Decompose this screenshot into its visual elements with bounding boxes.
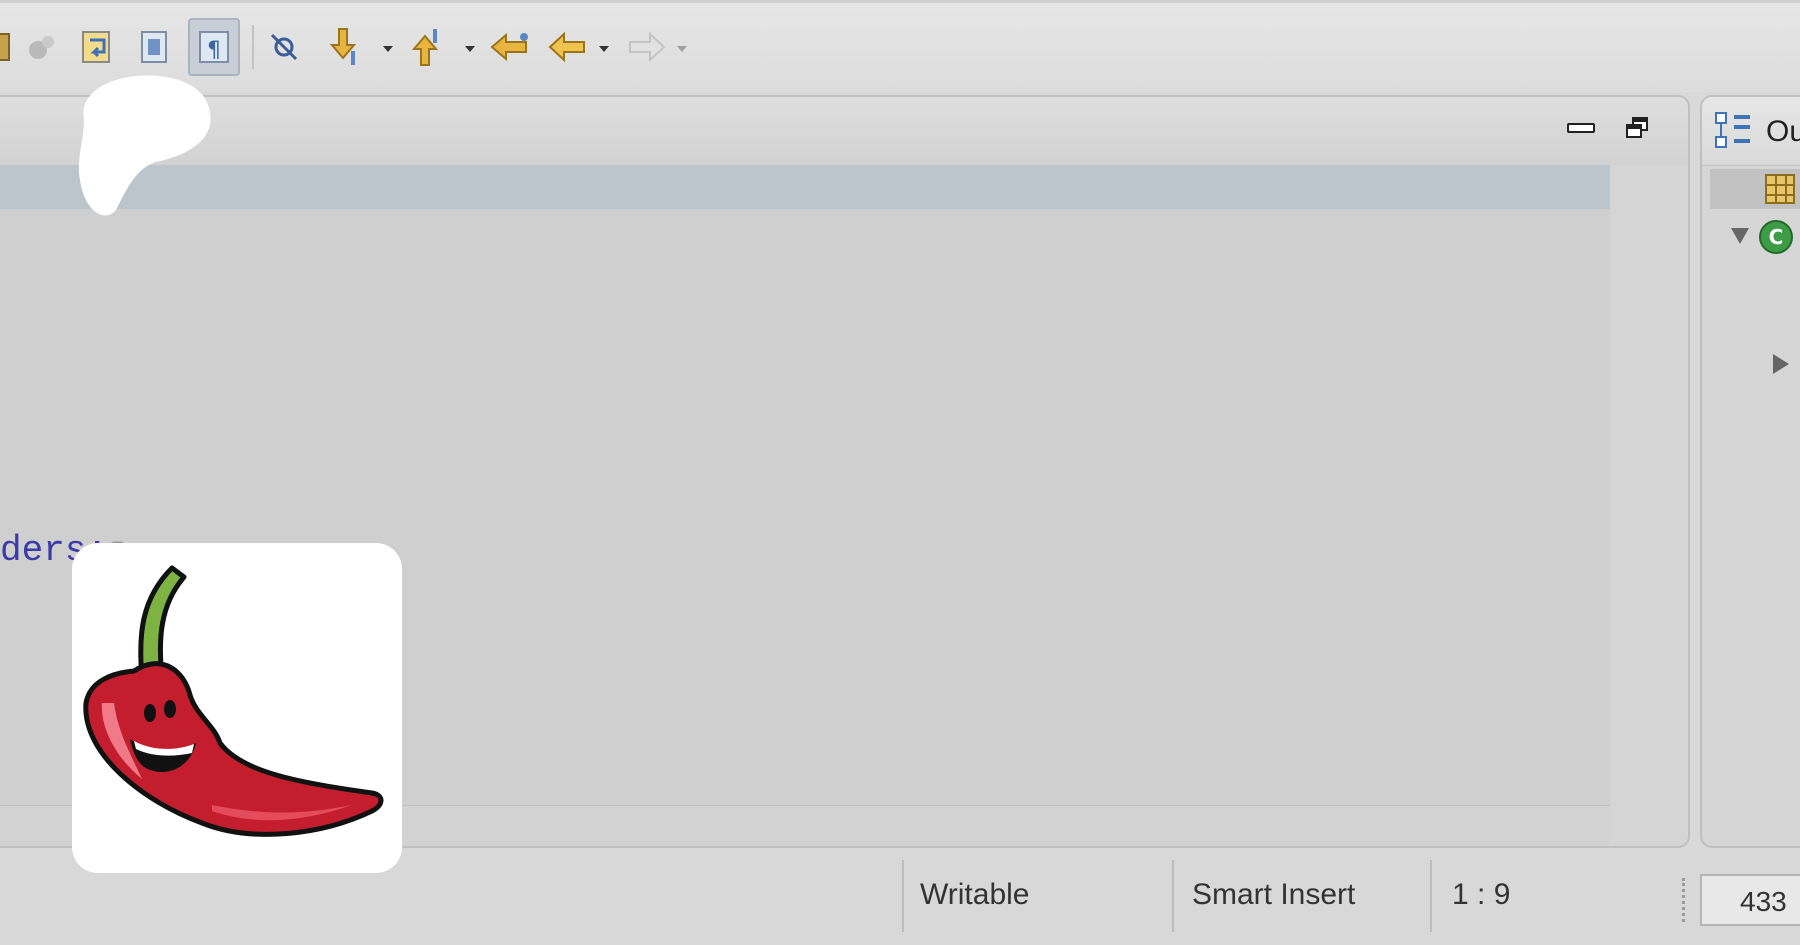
forward-dropdown-icon[interactable]: [676, 43, 688, 55]
show-whitespace-icon[interactable]: ¶: [188, 18, 240, 76]
main-toolbar: ¶: [0, 0, 1800, 92]
skip-breakpoints-icon[interactable]: [262, 21, 306, 73]
outline-icon: [1714, 111, 1754, 156]
white-speech-blob: [78, 75, 211, 216]
toggle-word-wrap-icon[interactable]: [76, 21, 120, 73]
toolbar-separator: [252, 25, 254, 69]
expand-arrow-icon[interactable]: [1772, 353, 1790, 380]
status-separator: [1430, 860, 1432, 932]
next-annotation-icon[interactable]: [322, 21, 366, 73]
overview-ruler[interactable]: [1610, 165, 1688, 846]
back-dropdown-icon[interactable]: [598, 43, 610, 55]
run-icon[interactable]: [20, 21, 64, 73]
writable-status: Writable: [920, 878, 1030, 911]
import-declarations-icon: [1764, 173, 1796, 210]
last-edit-location-icon[interactable]: [488, 21, 532, 73]
back-icon[interactable]: [546, 21, 590, 73]
class-icon: C: [1758, 219, 1794, 260]
status-grip[interactable]: [1682, 878, 1691, 922]
next-annotation-dropdown-icon[interactable]: [382, 43, 394, 55]
outline-view: Ou C: [1700, 95, 1800, 848]
status-separator: [902, 860, 904, 932]
editor-tab-bar: [0, 97, 1688, 166]
chili-pepper-logo: [72, 543, 402, 873]
cursor-position-status[interactable]: 1 : 9: [1452, 878, 1510, 912]
svg-text:¶: ¶: [207, 38, 221, 63]
collapse-arrow-icon[interactable]: [1730, 227, 1750, 250]
maximize-icon[interactable]: [1620, 113, 1654, 143]
outline-title: Ou: [1766, 115, 1800, 148]
build-icon[interactable]: [0, 21, 20, 73]
current-line-highlight: [0, 165, 1610, 209]
svg-text:C: C: [1769, 225, 1784, 249]
block-selection-icon[interactable]: [132, 21, 176, 73]
eclipse-window: ¶ ders; O C Writable Smart Insert 1: 9 …: [0, 0, 1800, 945]
insert-mode-status[interactable]: Smart Insert: [1192, 878, 1355, 912]
outline-item-imports[interactable]: [1710, 169, 1800, 209]
outline-item-class[interactable]: C: [1730, 217, 1800, 257]
previous-annotation-dropdown-icon[interactable]: [464, 43, 476, 55]
chili-pepper-icon: [83, 565, 384, 837]
outline-tab[interactable]: Ou: [1702, 97, 1800, 166]
forward-icon[interactable]: [624, 21, 668, 73]
previous-annotation-icon[interactable]: [404, 21, 448, 73]
minimize-icon[interactable]: [1564, 113, 1598, 143]
heap-status[interactable]: 433: [1700, 874, 1800, 926]
status-separator: [1172, 860, 1174, 932]
